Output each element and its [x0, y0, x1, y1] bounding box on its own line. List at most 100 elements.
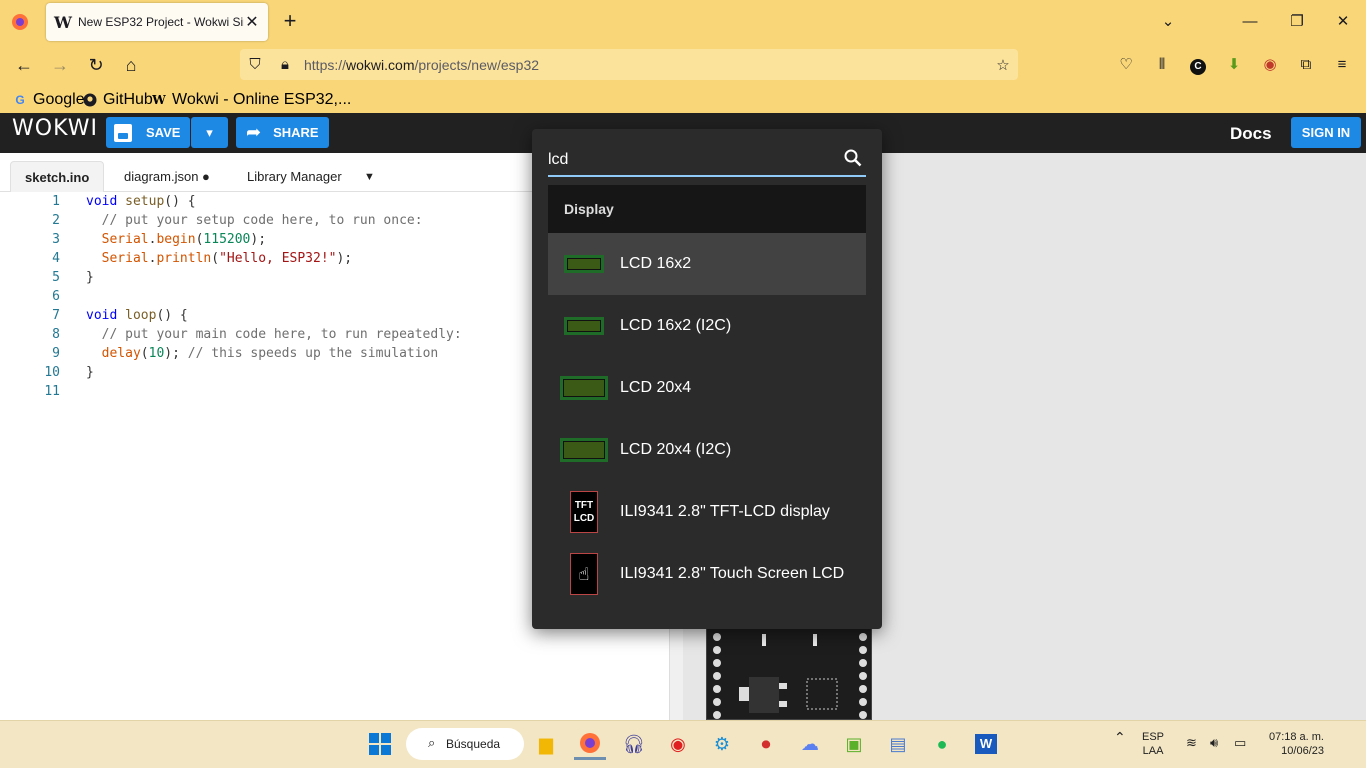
vpn-extension-icon[interactable]: ◉ [1257, 53, 1283, 77]
part-search-input[interactable]: lcd [548, 151, 840, 169]
code-line: delay(10); // this speeds up the simulat… [101, 346, 439, 361]
code-line: // put your setup code here, to run once… [101, 213, 423, 228]
lcd-20x4-icon [548, 376, 620, 400]
media-player-icon[interactable]: ◉ [662, 728, 694, 760]
code-line: } [86, 365, 94, 380]
extensions-puzzle-icon[interactable]: ⧉ [1293, 53, 1319, 77]
firefox-taskbar-icon[interactable] [574, 728, 606, 760]
result-ili9341-touch-lcd[interactable]: ☝ ILI9341 2.8" Touch Screen LCD [548, 543, 866, 605]
search-icon: ⌕ [428, 735, 436, 750]
save-disk-icon [114, 123, 132, 142]
line-number: 6 [52, 289, 60, 304]
part-search-field[interactable]: lcd [548, 145, 866, 177]
share-arrow-icon: ➦ [246, 122, 262, 142]
file-explorer-icon[interactable]: ▆ [530, 728, 562, 760]
docs-link[interactable]: Docs [1230, 124, 1272, 144]
editor-tabs-menu-icon[interactable]: ▼ [350, 161, 389, 192]
code-line: // put your main code here, to run repea… [101, 327, 462, 342]
line-number: 9 [52, 346, 60, 361]
tab-sketch-ino[interactable]: sketch.ino [10, 161, 105, 192]
result-lcd-20x4-i2c[interactable]: LCD 20x4 (I2C) [548, 419, 866, 481]
lock-icon[interactable]: 🔒︎ [270, 56, 300, 73]
library-icon[interactable]: ⫴ [1149, 53, 1175, 77]
result-lcd-16x2-i2c[interactable]: LCD 16x2 (I2C) [548, 295, 866, 357]
download-extension-icon[interactable]: ⬇ [1221, 53, 1247, 77]
tft-lcd-display-icon: TFT LCD [548, 491, 620, 533]
firefox-menu-icon[interactable] [6, 8, 34, 36]
search-icon[interactable] [840, 149, 866, 172]
lcd-16x2-icon [548, 255, 620, 273]
line-number: 2 [52, 213, 60, 228]
code-line: Serial.println("Hello, ESP32!"); [101, 251, 353, 266]
language-indicator[interactable]: ESP LAA [1142, 730, 1164, 758]
line-number: 4 [52, 251, 60, 266]
touch-screen-hand-icon: ☝ [548, 553, 620, 595]
battery-icon[interactable]: ▭ [1234, 736, 1246, 750]
windows-start-icon[interactable] [364, 728, 396, 760]
forward-button[interactable]: → [46, 51, 74, 79]
tray-chevron-up-icon[interactable]: ⌃ [1114, 730, 1126, 744]
word-icon[interactable]: W [970, 728, 1002, 760]
home-button[interactable]: ⌂ [117, 51, 145, 79]
line-number: 10 [44, 365, 60, 380]
bookmark-star-icon[interactable]: ☆ [988, 56, 1018, 74]
spotify-icon[interactable]: ● [926, 728, 958, 760]
line-number: 8 [52, 327, 60, 342]
record-app-icon[interactable]: ⏺ [750, 728, 782, 760]
new-tab-button[interactable]: + [278, 10, 302, 34]
tab-diagram-json[interactable]: diagram.json ● [110, 161, 224, 192]
wokwi-icon: W [152, 93, 166, 107]
wokwi-logo[interactable]: WOKWI [12, 116, 98, 141]
wifi-icon[interactable]: ≋ [1186, 736, 1197, 750]
save-button[interactable]: SAVE [106, 117, 190, 148]
save-options-dropdown[interactable]: ▾ [191, 117, 228, 148]
line-number: 11 [44, 384, 60, 399]
code-line: void setup() { [86, 194, 196, 209]
lcd-16x2-i2c-icon [548, 317, 620, 335]
sign-in-button[interactable]: SIGN IN [1291, 117, 1361, 148]
extension-c-icon[interactable]: C [1185, 53, 1211, 77]
url-text[interactable]: https://wokwi.com/projects/new/esp32 [300, 57, 988, 73]
restore-window-button[interactable]: ❐ [1281, 8, 1313, 36]
clock[interactable]: 07:18 a. m. 10/06/23 [1264, 730, 1324, 758]
photos-app-icon[interactable]: ▤ [882, 728, 914, 760]
shield-icon[interactable]: ⛉ [240, 56, 270, 73]
line-number: 7 [52, 308, 60, 323]
cloud-app-icon[interactable]: ☁ [794, 728, 826, 760]
caret-down-icon: ▾ [206, 124, 213, 140]
url-bar[interactable]: ⛉ 🔒︎ https://wokwi.com/projects/new/esp3… [240, 49, 1018, 80]
code-line: } [86, 270, 94, 285]
taskbar-search[interactable]: ⌕ Búsqueda [406, 728, 524, 760]
wokwi-tab-icon: W [54, 12, 72, 32]
esp32-board[interactable] [706, 628, 872, 720]
browser-tab-active[interactable]: W New ESP32 Project - Wokwi Sim ✕ [46, 3, 268, 41]
category-header-display: Display [548, 185, 866, 233]
lcd-20x4-i2c-icon [548, 438, 620, 462]
minimize-window-button[interactable]: — [1234, 8, 1266, 36]
android-app-icon[interactable]: ▣ [838, 728, 870, 760]
headphones-app-icon[interactable]: 🎧︎ [618, 728, 650, 760]
close-tab-icon[interactable]: ✕ [244, 12, 260, 32]
back-button[interactable]: ← [10, 51, 38, 79]
code-line: void loop() { [86, 308, 188, 323]
robot-app-icon[interactable]: ⚙ [706, 728, 738, 760]
close-window-button[interactable]: ✕ [1327, 8, 1359, 36]
result-ili9341-tft-lcd[interactable]: TFT LCD ILI9341 2.8" TFT-LCD display [548, 481, 866, 543]
line-number: 1 [52, 194, 60, 209]
reload-button[interactable]: ↻ [82, 51, 110, 79]
line-number: 5 [52, 270, 60, 285]
bookmark-wokwi[interactable]: W Wokwi - Online ESP32,... [151, 90, 351, 110]
hamburger-menu-icon[interactable]: ≡ [1329, 53, 1355, 77]
github-icon [82, 92, 98, 108]
result-lcd-20x4[interactable]: LCD 20x4 [548, 357, 866, 419]
volume-icon[interactable]: 🔊︎ [1210, 736, 1218, 750]
bookmark-google[interactable]: G Google [12, 90, 84, 110]
tab-library-manager[interactable]: Library Manager [233, 161, 356, 192]
list-tabs-icon[interactable]: ⌄ [1152, 8, 1184, 36]
google-icon: G [15, 93, 25, 107]
result-lcd-16x2[interactable]: LCD 16x2 [548, 233, 866, 295]
pocket-icon[interactable]: ♡ [1113, 53, 1139, 77]
share-button[interactable]: ➦ SHARE [236, 117, 329, 148]
bookmark-github[interactable]: GitHub [82, 90, 153, 110]
tab-title: New ESP32 Project - Wokwi Sim [78, 15, 244, 29]
